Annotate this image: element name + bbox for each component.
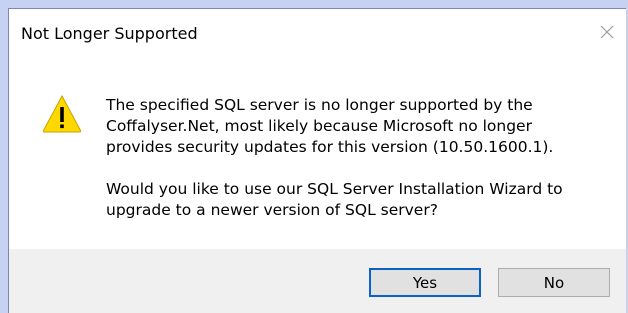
dialog-title: Not Longer Supported bbox=[21, 24, 198, 43]
close-button[interactable] bbox=[596, 21, 618, 43]
message-line: provides security updates for this versi… bbox=[106, 138, 554, 156]
yes-button[interactable]: Yes bbox=[369, 268, 481, 297]
message-line: Coffalyser.Net, most likely because Micr… bbox=[106, 117, 532, 135]
dialog-frame: Not Longer Supported The specified SQL s… bbox=[8, 8, 626, 313]
close-icon bbox=[600, 25, 614, 39]
warning-icon bbox=[42, 94, 82, 133]
button-bar: Yes No bbox=[9, 249, 626, 313]
message-line: upgrade to a newer version of SQL server… bbox=[106, 201, 438, 219]
message-line: The specified SQL server is no longer su… bbox=[106, 96, 533, 114]
no-button[interactable]: No bbox=[498, 268, 610, 297]
message-line: Would you like to use our SQL Server Ins… bbox=[106, 180, 563, 198]
message-text: The specified SQL server is no longer su… bbox=[106, 95, 606, 221]
dialog-window: Not Longer Supported The specified SQL s… bbox=[0, 0, 628, 313]
